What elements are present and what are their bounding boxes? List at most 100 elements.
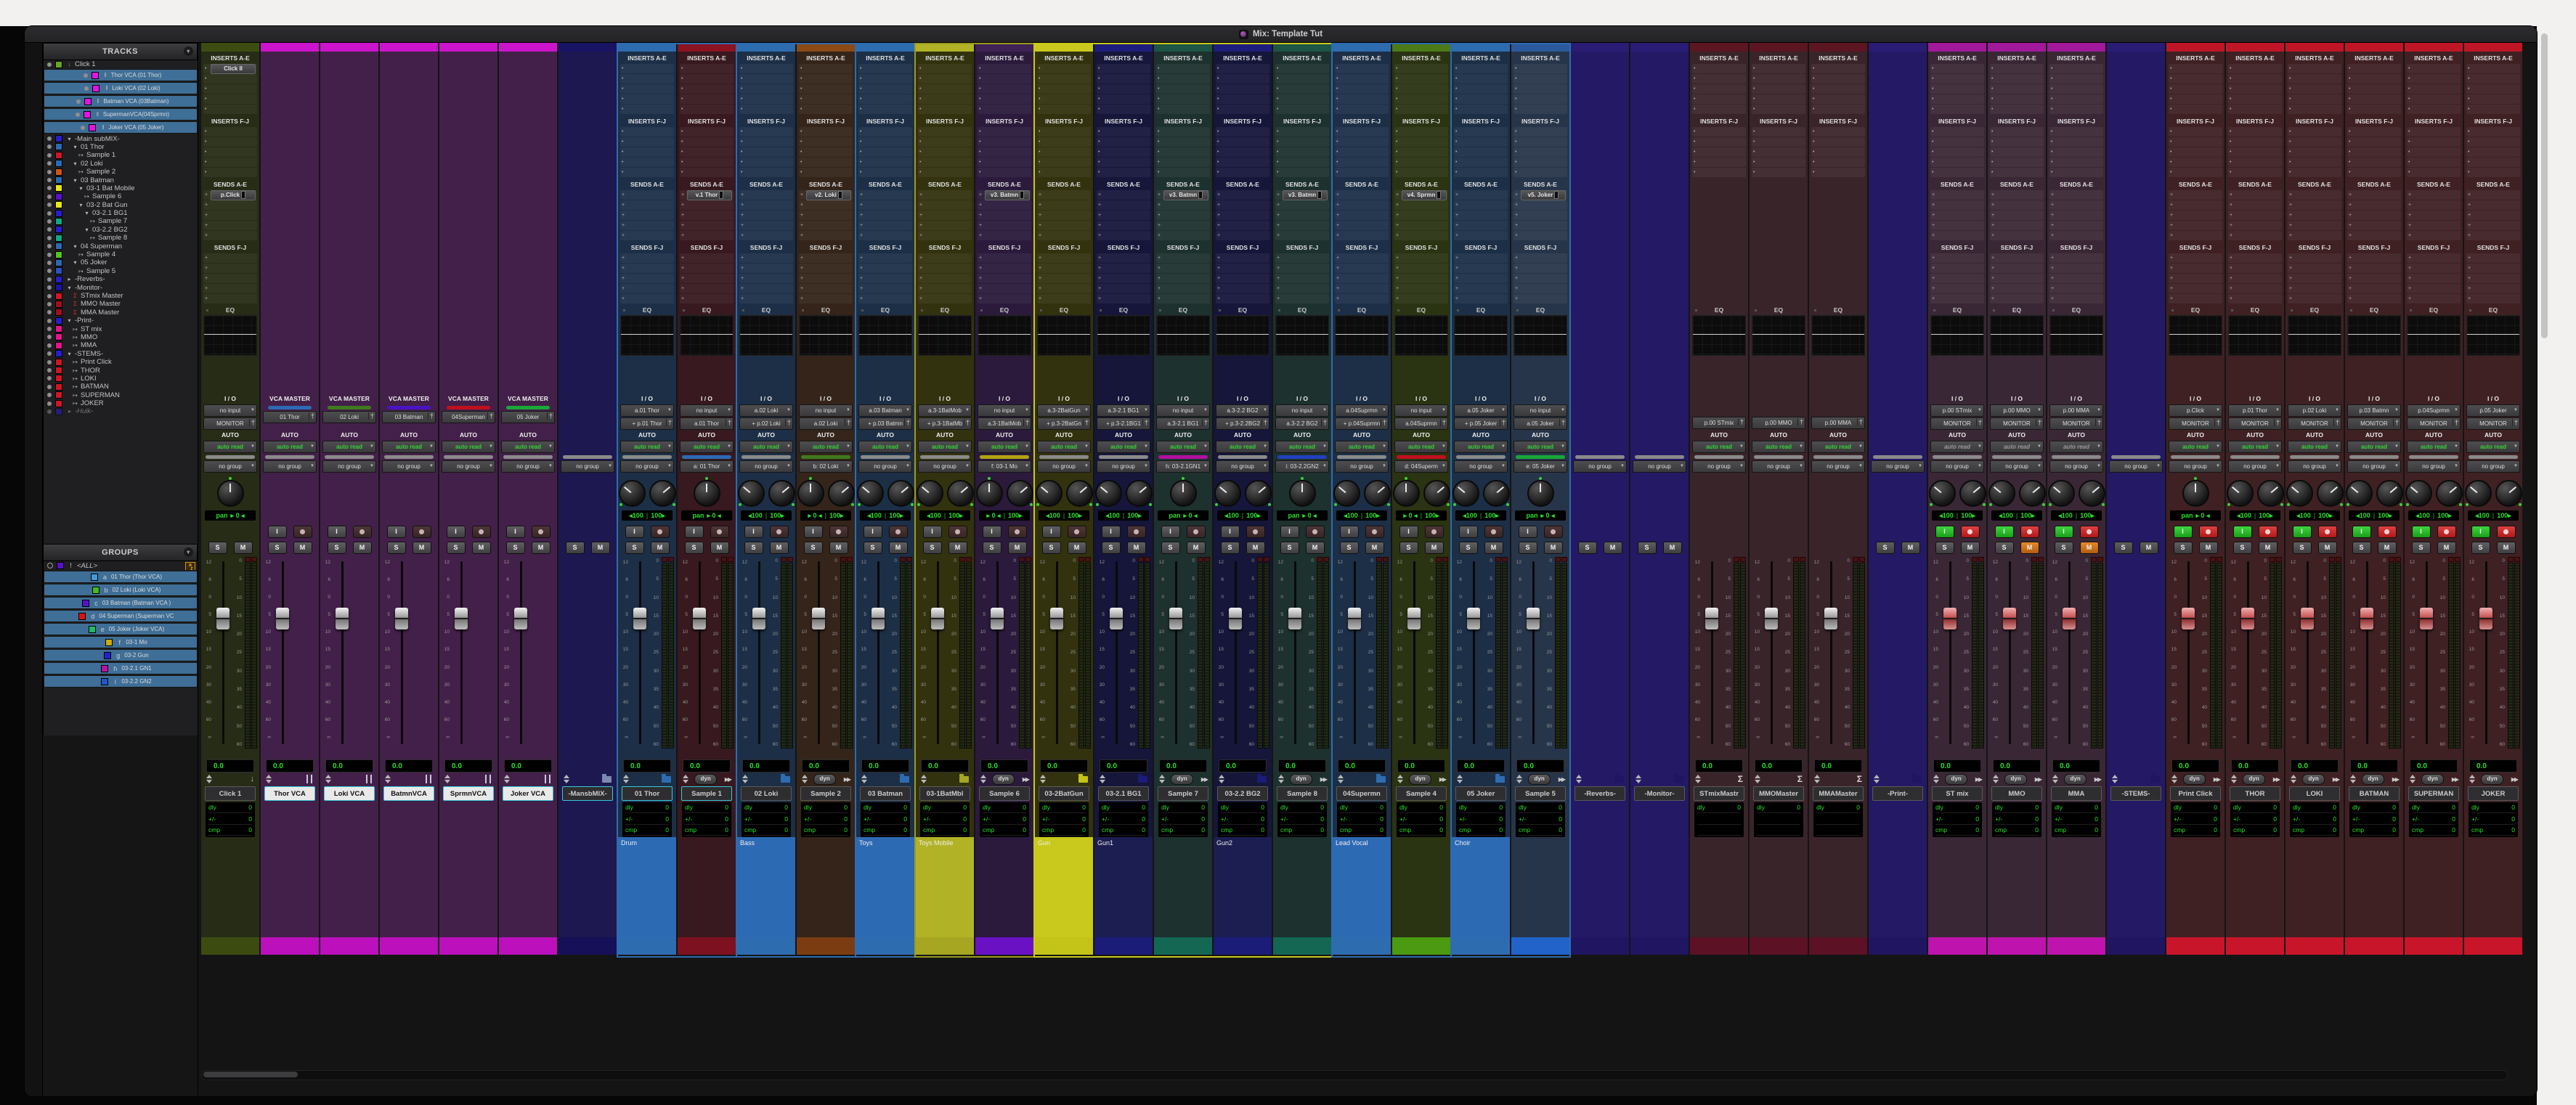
track-show-dot[interactable] xyxy=(47,227,52,232)
dyn-pill-button[interactable]: dyn xyxy=(1409,774,1431,785)
track-name[interactable]: THOR xyxy=(2230,786,2280,801)
track-comment[interactable] xyxy=(1869,837,1927,937)
group-selector[interactable]: no group▼ xyxy=(1990,460,2044,473)
fader-cap[interactable] xyxy=(1527,608,1540,629)
send-slot[interactable]: + xyxy=(1037,221,1091,230)
clip-led[interactable] xyxy=(2276,557,2282,562)
insert-slot[interactable]: • xyxy=(1990,105,2044,114)
insert-slot[interactable]: • xyxy=(918,74,972,83)
group-selector[interactable]: no group▼ xyxy=(1692,460,1746,473)
group-enable-dot[interactable] xyxy=(81,627,85,632)
eq-enable-dot[interactable] xyxy=(1338,309,1340,311)
send-slot[interactable]: + xyxy=(680,294,734,303)
automation-mode-selector[interactable]: auto read▼ xyxy=(2466,441,2520,453)
volume-readout[interactable]: 0.0 xyxy=(2469,759,2517,772)
track-name[interactable]: -Reverbs- xyxy=(1575,786,1625,801)
dyn-pill-button[interactable]: dyn xyxy=(2302,774,2324,785)
output-selector[interactable]: + p.05 Joker† xyxy=(1454,417,1508,430)
eq-enable-dot[interactable] xyxy=(1100,309,1102,311)
insert-slot[interactable]: • xyxy=(1811,105,1865,114)
volume-readout[interactable]: 0.0 xyxy=(2350,759,2398,772)
send-slot[interactable]: + xyxy=(680,274,734,283)
record-arm-button[interactable] xyxy=(1127,526,1146,538)
track-name[interactable]: 04Supermn xyxy=(1336,786,1387,801)
track-comment[interactable] xyxy=(261,837,319,937)
clip-led[interactable] xyxy=(2389,557,2394,562)
input-selector[interactable]: no input▼ xyxy=(799,404,853,417)
insert-slot[interactable]: • xyxy=(1930,64,1984,73)
eq-curve-display[interactable] xyxy=(2466,315,2520,356)
automation-mode-selector[interactable]: auto read▼ xyxy=(978,441,1031,453)
input-monitor-button[interactable]: I xyxy=(1221,526,1240,538)
record-arm-button[interactable] xyxy=(1425,526,1444,538)
volume-fader[interactable] xyxy=(1344,555,1365,759)
output-selector[interactable]: MONITOR† xyxy=(2466,417,2520,430)
send-slot[interactable]: + xyxy=(1216,221,1269,230)
send-slot[interactable]: + xyxy=(1930,294,1984,303)
send-slot[interactable]: + xyxy=(1990,200,2044,210)
group-selector[interactable]: no group▼ xyxy=(2169,460,2222,473)
insert-slot[interactable]: • xyxy=(1394,64,1448,73)
clip-led[interactable] xyxy=(966,557,972,562)
pan-knob[interactable] xyxy=(2436,480,2463,507)
eq-enable-dot[interactable] xyxy=(1993,309,1995,311)
output-selector[interactable]: MONITOR† xyxy=(203,417,257,430)
track-comment[interactable] xyxy=(1750,837,1808,937)
send-slot[interactable]: + xyxy=(918,231,972,240)
solo-button[interactable]: S xyxy=(2055,542,2073,554)
insert-slot[interactable]: • xyxy=(1752,147,1805,157)
track-list-item[interactable]: ↦BATMAN xyxy=(44,383,198,391)
track-list-item[interactable]: ▾03-1 Bat Mobile xyxy=(44,184,198,192)
track-comment[interactable]: Gun1 xyxy=(1094,837,1153,937)
insert-slot[interactable]: • xyxy=(1990,147,2044,157)
fader-cap[interactable] xyxy=(1943,608,1957,629)
send-slot[interactable]: + xyxy=(2407,253,2461,263)
insert-slot[interactable]: • xyxy=(978,127,1031,136)
insert-slot[interactable]: • xyxy=(620,158,674,167)
send-slot[interactable]: + xyxy=(1216,274,1269,283)
insert-slot[interactable]: • xyxy=(1930,158,1984,167)
track-list-item[interactable]: ▾01 Thor xyxy=(44,143,198,151)
send-slot[interactable]: + xyxy=(978,231,1031,240)
send-slot[interactable]: + xyxy=(1990,211,2044,220)
solo-button[interactable]: S xyxy=(2233,542,2252,554)
send-slot[interactable]: + xyxy=(2407,284,2461,293)
strip-height-stepper[interactable] xyxy=(504,775,510,783)
track-comment[interactable] xyxy=(201,837,259,937)
insert-slot[interactable]: • xyxy=(1394,158,1448,167)
send-slot[interactable]: + xyxy=(1037,264,1091,273)
track-list-item[interactable]: ↦Sample 1 xyxy=(44,151,198,159)
send-assignment[interactable]: v5. Joker xyxy=(1521,190,1566,200)
track-show-dot[interactable] xyxy=(47,285,52,290)
track-name[interactable]: Sample 6 xyxy=(979,786,1030,801)
insert-slot[interactable]: • xyxy=(2466,147,2520,157)
strip-height-stepper[interactable] xyxy=(444,775,450,783)
pan-knob[interactable] xyxy=(2048,480,2075,507)
send-slot[interactable]: + xyxy=(1097,231,1150,240)
insert-slot[interactable]: • xyxy=(1156,94,1210,104)
solo-button[interactable]: S xyxy=(1161,542,1180,554)
pan-knob[interactable] xyxy=(917,480,943,507)
send-slot[interactable]: + xyxy=(2169,200,2222,210)
insert-slot[interactable]: • xyxy=(1394,74,1448,83)
volume-readout[interactable]: 0.0 xyxy=(1397,759,1445,772)
output-selector[interactable]: a.01 Thor† xyxy=(680,417,734,430)
insert-slot[interactable]: • xyxy=(203,94,257,104)
eq-curve-display[interactable] xyxy=(1454,315,1508,356)
input-monitor-button[interactable]: I xyxy=(1459,526,1478,538)
track-list-item[interactable]: ǁLoki VCA (02 Loki) xyxy=(44,82,198,94)
track-comment[interactable] xyxy=(975,837,1033,937)
send-slot[interactable]: + xyxy=(1454,211,1508,220)
insert-slot[interactable]: • xyxy=(1275,105,1329,114)
track-comment[interactable] xyxy=(2166,837,2224,937)
send-slot[interactable]: + xyxy=(1394,211,1448,220)
fader-cap[interactable] xyxy=(871,608,885,629)
input-monitor-button[interactable]: I xyxy=(804,526,823,538)
fader-cap[interactable] xyxy=(1110,608,1123,629)
fader-cap[interactable] xyxy=(1467,608,1480,629)
pan-readout[interactable]: pan▸ 0 ◂ xyxy=(1158,510,1208,521)
output-window-icon[interactable]: † xyxy=(666,419,672,426)
input-selector[interactable]: a.05 Joker▼ xyxy=(1454,404,1508,417)
clip-led[interactable] xyxy=(1019,557,1025,562)
input-monitor-button[interactable]: I xyxy=(625,526,644,538)
